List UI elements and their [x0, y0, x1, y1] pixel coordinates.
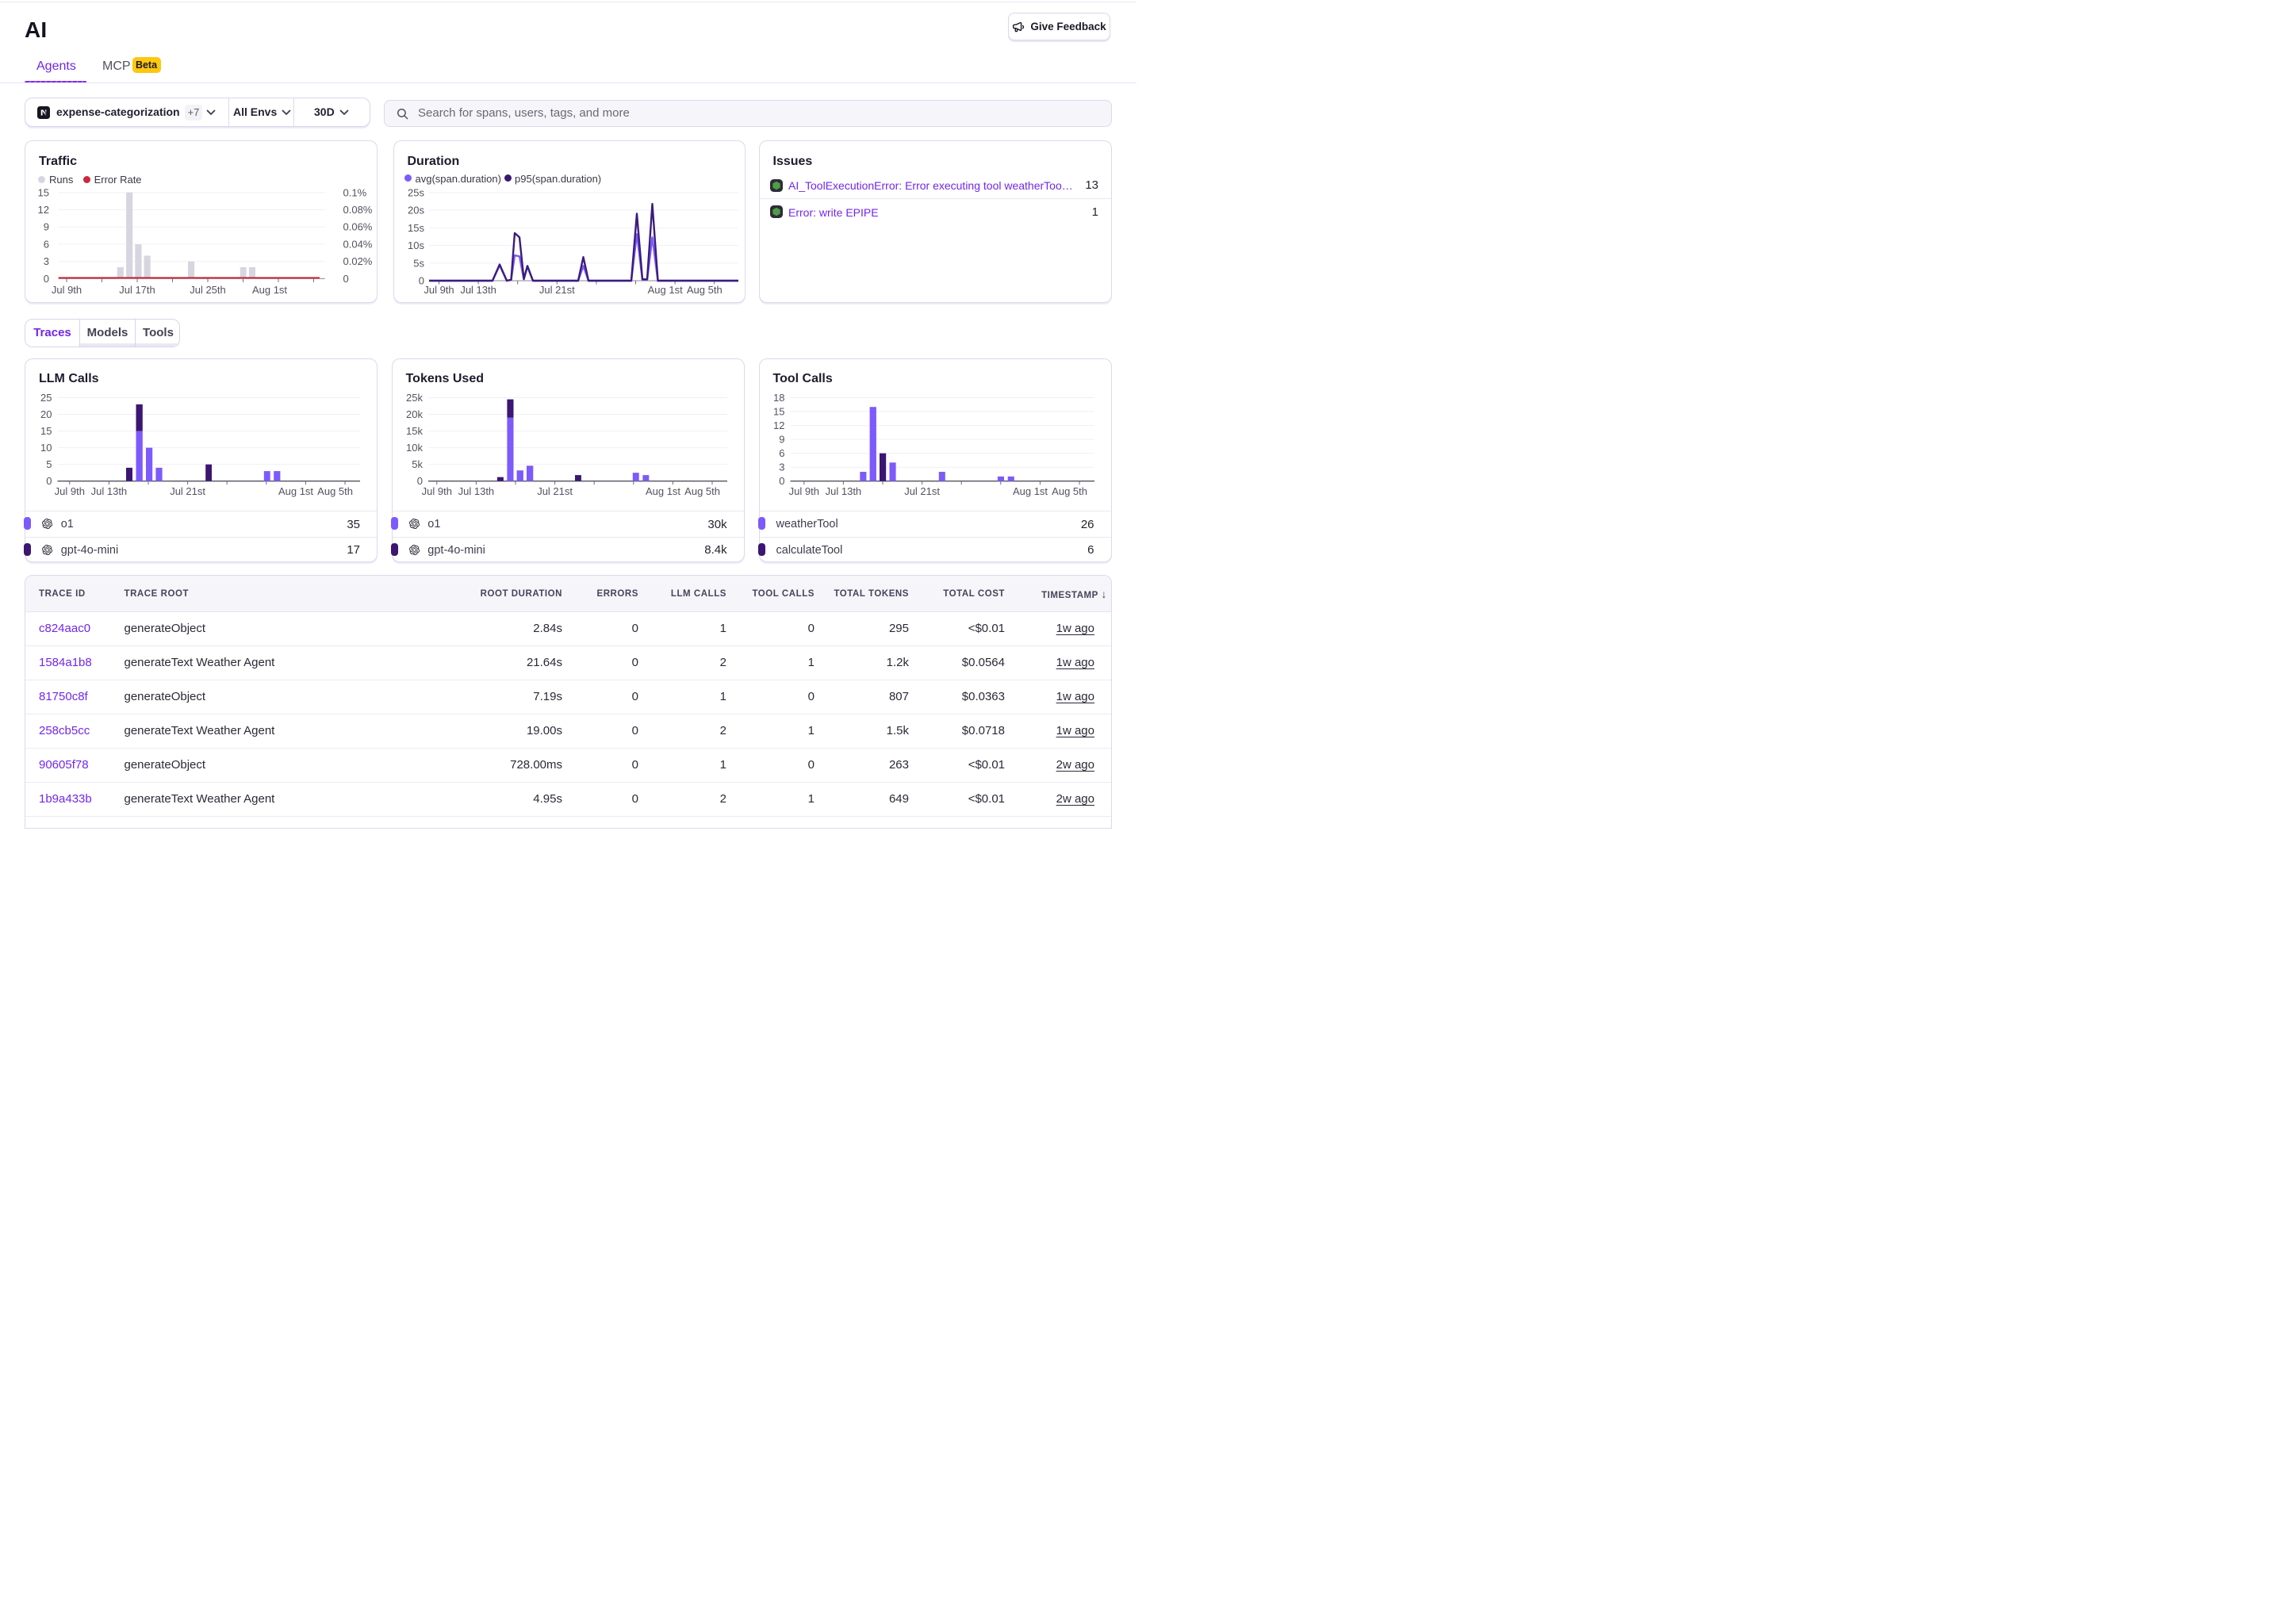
svg-text:Jul 21st: Jul 21st [539, 284, 574, 296]
svg-text:Jul 9th: Jul 9th [52, 284, 82, 296]
svg-text:Jul 17th: Jul 17th [119, 284, 155, 296]
svg-text:Jul 21st: Jul 21st [537, 485, 573, 497]
svg-text:0.02%: 0.02% [343, 255, 373, 267]
svg-text:15: 15 [773, 406, 784, 418]
svg-text:0: 0 [343, 272, 349, 284]
svg-text:20k: 20k [406, 408, 423, 420]
svg-text:0.06%: 0.06% [343, 220, 373, 232]
svg-text:Jul 21st: Jul 21st [904, 485, 940, 497]
svg-text:15s: 15s [408, 221, 424, 233]
svg-text:3: 3 [779, 462, 784, 473]
svg-text:Jul 9th: Jul 9th [421, 485, 451, 497]
svg-text:9: 9 [44, 220, 49, 232]
svg-text:Aug 1st: Aug 1st [1012, 485, 1047, 497]
svg-text:Aug 5th: Aug 5th [317, 485, 353, 497]
svg-text:0: 0 [46, 475, 52, 487]
svg-text:12: 12 [773, 419, 784, 431]
svg-text:0.08%: 0.08% [343, 204, 373, 216]
svg-text:15k: 15k [406, 425, 423, 437]
svg-text:Aug 1st: Aug 1st [252, 284, 287, 296]
svg-text:25s: 25s [408, 186, 424, 198]
svg-text:18: 18 [773, 392, 784, 404]
svg-text:Jul 21st: Jul 21st [170, 485, 205, 497]
svg-text:0: 0 [779, 475, 784, 487]
svg-text:10: 10 [40, 442, 52, 454]
svg-text:6: 6 [44, 238, 49, 250]
svg-text:0.04%: 0.04% [343, 238, 373, 250]
svg-text:Aug 1st: Aug 1st [278, 485, 313, 497]
svg-text:Jul 9th: Jul 9th [424, 284, 454, 296]
svg-text:5s: 5s [413, 257, 424, 269]
svg-text:12: 12 [38, 204, 49, 216]
svg-text:6: 6 [779, 447, 784, 459]
svg-text:25: 25 [40, 392, 52, 404]
svg-text:Jul 13th: Jul 13th [825, 485, 861, 497]
svg-text:Jul 9th: Jul 9th [55, 485, 85, 497]
svg-text:25k: 25k [406, 392, 423, 404]
svg-text:0.1%: 0.1% [343, 186, 367, 198]
svg-text:9: 9 [779, 434, 784, 446]
svg-text:Jul 25th: Jul 25th [190, 284, 226, 296]
svg-text:Aug 1st: Aug 1st [647, 284, 682, 296]
svg-text:Jul 13th: Jul 13th [91, 485, 128, 497]
svg-text:Aug 5th: Aug 5th [1052, 485, 1087, 497]
svg-text:15: 15 [40, 425, 52, 437]
svg-text:5: 5 [46, 458, 52, 470]
svg-text:0: 0 [44, 272, 49, 284]
svg-text:3: 3 [44, 255, 49, 267]
svg-text:20s: 20s [408, 204, 424, 216]
svg-text:Aug 1st: Aug 1st [646, 485, 680, 497]
svg-text:10s: 10s [408, 239, 424, 251]
svg-text:Jul 9th: Jul 9th [788, 485, 818, 497]
svg-text:5k: 5k [412, 458, 423, 470]
svg-text:10k: 10k [406, 442, 423, 454]
svg-text:Jul 13th: Jul 13th [458, 485, 494, 497]
svg-text:20: 20 [40, 408, 52, 420]
svg-text:Jul 13th: Jul 13th [460, 284, 496, 296]
svg-text:Aug 5th: Aug 5th [686, 284, 722, 296]
svg-text:15: 15 [38, 186, 49, 198]
svg-text:Aug 5th: Aug 5th [684, 485, 720, 497]
